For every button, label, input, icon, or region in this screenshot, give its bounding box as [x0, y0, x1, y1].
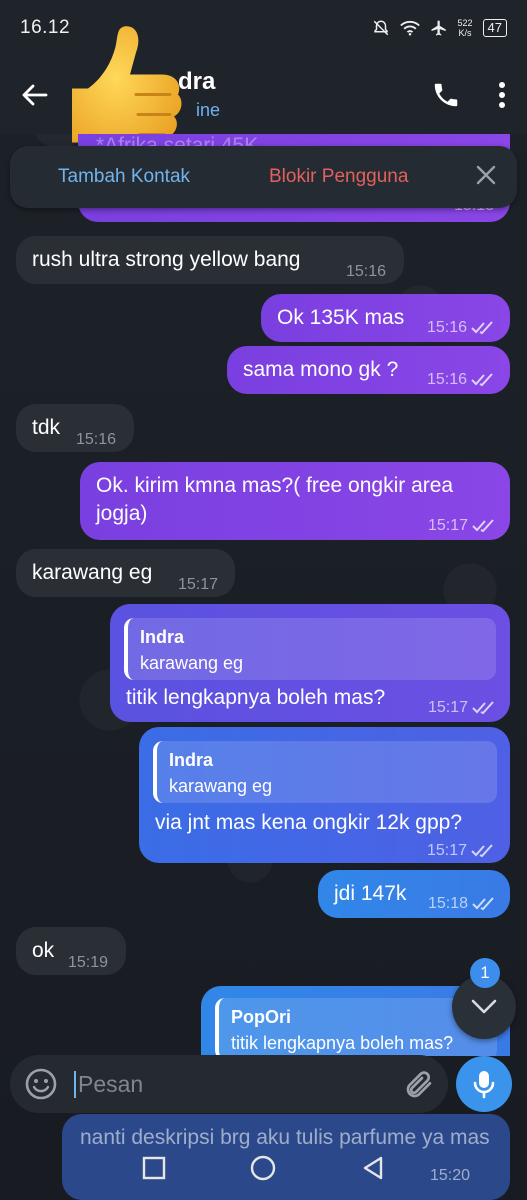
message-time: 15:18: [428, 895, 469, 912]
message-time: 15:17: [428, 699, 469, 716]
airplane-icon: [431, 20, 446, 36]
message-bubble-outgoing-reply[interactable]: Indra karawang eg via jnt mas kena ongki…: [139, 727, 510, 863]
message-time: 15:17: [427, 842, 468, 859]
battery-indicator: 47: [482, 19, 507, 37]
message-text: sama mono gk ?: [243, 358, 399, 381]
status-icons: 522 K/s 47: [372, 18, 507, 38]
back-button[interactable]: [20, 75, 60, 115]
message-time: 15:19: [68, 954, 109, 971]
chevron-down-icon: [471, 999, 497, 1014]
double-check-icon: [472, 897, 494, 911]
paperclip-icon[interactable]: [402, 1068, 434, 1100]
reply-text: titik lengkapnya boleh mas?: [231, 1033, 454, 1053]
message-bubble-incoming[interactable]: tdk 15:16: [16, 404, 134, 452]
message-bubble-incoming[interactable]: rush ultra strong yellow bang 15:16: [16, 236, 404, 284]
message-meta: 15:17: [427, 837, 495, 865]
message-bubble-outgoing[interactable]: Ok. kirim kmna mas?( free ongkir area jo…: [80, 462, 510, 540]
microphone-icon: [473, 1071, 495, 1099]
net-speed-unit: K/s: [458, 28, 472, 38]
message-meta: 15:17: [428, 512, 496, 540]
message-time: 15:17: [428, 517, 469, 534]
recents-square-icon[interactable]: [141, 1155, 167, 1181]
message-text: ok: [32, 939, 55, 962]
double-check-icon: [471, 321, 493, 335]
message-text: titik lengkapnya boleh mas?: [126, 686, 386, 709]
contact-action-bar: Tambah Kontak Blokir Pengguna: [10, 146, 517, 208]
message-text: tdk: [32, 416, 61, 439]
message-time: 15:16: [76, 431, 117, 448]
reply-quote[interactable]: Indra karawang eg: [153, 741, 497, 803]
message-meta: 15:16: [346, 258, 386, 286]
add-contact-button[interactable]: Tambah Kontak: [58, 166, 190, 188]
double-check-icon: [472, 701, 494, 715]
message-bubble-outgoing-reply[interactable]: Indra karawang eg titik lengkapnya boleh…: [110, 604, 510, 722]
more-vertical-icon[interactable]: [497, 81, 507, 109]
reply-author: Indra: [169, 750, 214, 770]
message-time: 15:16: [346, 263, 387, 280]
message-text: jdi 147k: [334, 882, 407, 905]
bell-muted-icon: [373, 20, 388, 36]
message-bubble-outgoing[interactable]: jdi 147k 15:18: [318, 870, 510, 918]
phone-icon[interactable]: [431, 80, 461, 110]
unread-count-badge: 1: [470, 958, 500, 988]
double-check-icon: [471, 844, 493, 858]
message-meta: 15:18: [428, 890, 496, 918]
message-meta: 15:16: [427, 366, 495, 394]
network-speed: 522 K/s: [458, 18, 473, 38]
message-bubble-incoming[interactable]: karawang eg 15:17: [16, 549, 235, 597]
message-time: 15:17: [178, 576, 219, 593]
contact-status: ine: [196, 100, 221, 120]
message-input[interactable]: [74, 1070, 374, 1098]
close-icon[interactable]: [475, 164, 497, 186]
double-check-icon: [472, 519, 494, 533]
voice-message-button[interactable]: [456, 1056, 512, 1112]
message-meta: 15:17: [428, 694, 496, 722]
message-bubble-outgoing[interactable]: Ok 135K mas 15:16: [261, 294, 510, 342]
reply-text: karawang eg: [140, 653, 244, 673]
message-text: karawang eg: [32, 561, 153, 584]
message-bubble-outgoing[interactable]: sama mono gk ? 15:16: [227, 346, 510, 394]
message-meta: 15:17: [178, 571, 218, 599]
net-speed-value: 522: [457, 18, 473, 28]
emoji-icon[interactable]: [24, 1067, 58, 1101]
reply-text: karawang eg: [169, 776, 273, 796]
block-user-button[interactable]: Blokir Pengguna: [269, 166, 408, 188]
message-bubble-incoming[interactable]: ok 15:19: [16, 927, 126, 975]
message-time: 15:16: [427, 319, 468, 336]
wifi-icon: [399, 21, 420, 36]
message-text: rush ultra strong yellow bang: [32, 248, 301, 271]
status-time: 16.12: [20, 17, 71, 38]
double-check-icon: [471, 373, 493, 387]
message-meta: 15:19: [68, 949, 108, 977]
message-text: via jnt mas kena ongkir 12k gpp?: [155, 811, 463, 834]
reply-author: Indra: [140, 627, 185, 647]
reply-quote[interactable]: Indra karawang eg: [124, 618, 496, 680]
back-triangle-icon[interactable]: [360, 1155, 386, 1181]
home-circle-icon[interactable]: [249, 1154, 277, 1182]
arrow-left-icon: [22, 84, 48, 106]
message-meta: 15:16: [76, 426, 116, 454]
message-time: 15:16: [427, 371, 468, 388]
message-composer: [10, 1055, 448, 1113]
message-text: Ok 135K mas: [277, 306, 405, 329]
reply-author: PopOri: [231, 1007, 292, 1027]
message-meta: 15:16: [427, 314, 495, 342]
system-navigation-bar: [0, 1136, 527, 1200]
